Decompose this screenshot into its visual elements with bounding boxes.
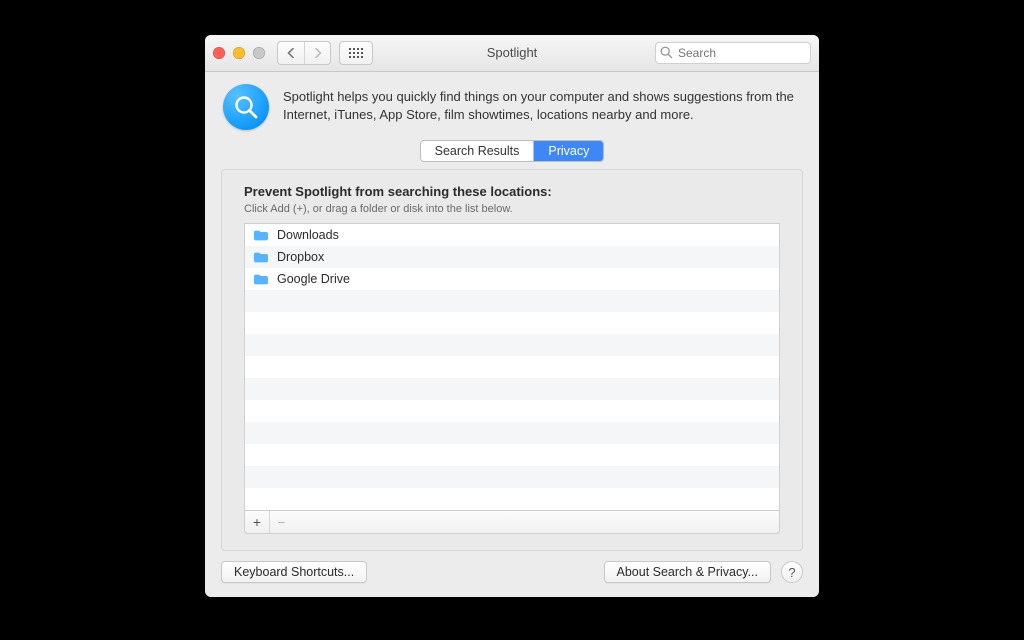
zoom-icon bbox=[253, 47, 265, 59]
spotlight-icon bbox=[223, 84, 269, 130]
panel-subtext: Click Add (+), or drag a folder or disk … bbox=[244, 203, 780, 215]
preferences-window: Spotlight Spotlight helps you quickly fi… bbox=[205, 35, 819, 597]
magnifying-glass-icon bbox=[232, 93, 260, 121]
toolbar-search[interactable] bbox=[655, 42, 811, 64]
panel-heading: Prevent Spotlight from searching these l… bbox=[244, 184, 780, 199]
list-item bbox=[245, 378, 779, 400]
search-icon bbox=[660, 46, 673, 59]
nav-back-forward bbox=[277, 41, 331, 65]
list-item bbox=[245, 312, 779, 334]
chevron-left-icon bbox=[287, 48, 296, 58]
folder-icon bbox=[253, 251, 269, 264]
folder-icon bbox=[253, 273, 269, 286]
back-button[interactable] bbox=[278, 42, 304, 64]
minimize-icon[interactable] bbox=[233, 47, 245, 59]
window-controls bbox=[213, 47, 265, 59]
pane-header: Spotlight helps you quickly find things … bbox=[205, 72, 819, 140]
list-item bbox=[245, 400, 779, 422]
about-search-privacy-button[interactable]: About Search & Privacy... bbox=[604, 561, 772, 583]
titlebar: Spotlight bbox=[205, 35, 819, 72]
list-item-label: Downloads bbox=[277, 228, 339, 242]
list-item bbox=[245, 334, 779, 356]
list-item bbox=[245, 444, 779, 466]
list-item bbox=[245, 466, 779, 488]
pane-description: Spotlight helps you quickly find things … bbox=[283, 84, 801, 123]
add-remove-controls: + − bbox=[244, 510, 780, 534]
list-item[interactable]: Dropbox bbox=[245, 246, 779, 268]
list-item bbox=[245, 290, 779, 312]
keyboard-shortcuts-button[interactable]: Keyboard Shortcuts... bbox=[221, 561, 367, 583]
remove-button[interactable]: − bbox=[269, 511, 293, 533]
tab-privacy[interactable]: Privacy bbox=[533, 141, 603, 161]
tabs: Search Results Privacy bbox=[420, 140, 605, 162]
add-button[interactable]: + bbox=[245, 511, 269, 533]
list-item[interactable]: Downloads bbox=[245, 224, 779, 246]
forward-button[interactable] bbox=[304, 42, 330, 64]
list-item-label: Dropbox bbox=[277, 250, 324, 264]
tab-search-results[interactable]: Search Results bbox=[421, 141, 534, 161]
list-item-label: Google Drive bbox=[277, 272, 350, 286]
chevron-right-icon bbox=[313, 48, 322, 58]
list-item bbox=[245, 356, 779, 378]
close-icon[interactable] bbox=[213, 47, 225, 59]
footer: Keyboard Shortcuts... About Search & Pri… bbox=[205, 561, 819, 597]
list-item bbox=[245, 422, 779, 444]
search-input[interactable] bbox=[655, 42, 811, 64]
exclusion-list[interactable]: Downloads Dropbox Google Drive bbox=[244, 223, 780, 510]
tabs-row: Search Results Privacy bbox=[205, 140, 819, 162]
privacy-panel: Prevent Spotlight from searching these l… bbox=[221, 169, 803, 551]
grid-icon bbox=[349, 48, 363, 58]
help-button[interactable]: ? bbox=[781, 561, 803, 583]
list-item[interactable]: Google Drive bbox=[245, 268, 779, 290]
show-all-button[interactable] bbox=[339, 41, 373, 65]
folder-icon bbox=[253, 229, 269, 242]
list-item bbox=[245, 488, 779, 510]
